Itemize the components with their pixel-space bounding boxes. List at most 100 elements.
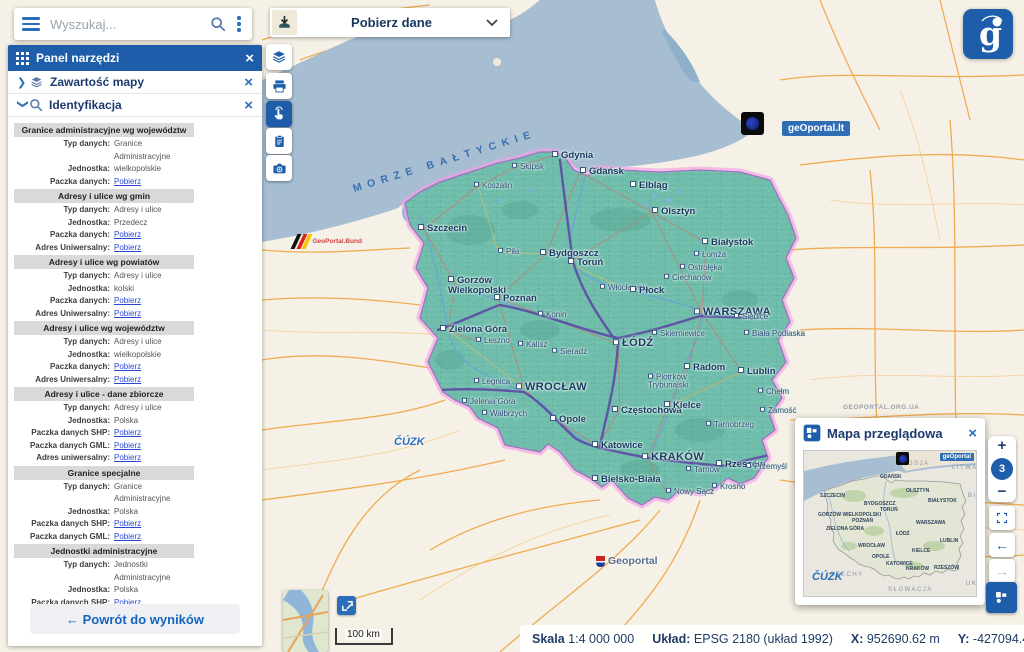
- previous-view-button[interactable]: ←: [989, 533, 1015, 557]
- print-tool-button[interactable]: [266, 73, 292, 99]
- result-row: Typ danych:Adresy i ulice: [14, 336, 194, 349]
- result-field-value: Adresy i ulice: [114, 336, 162, 349]
- close-identification-icon[interactable]: ×: [244, 98, 253, 113]
- result-row: Paczka danych GML: Pobierz: [14, 440, 194, 453]
- download-data-label: Pobierz dane: [297, 15, 486, 30]
- search-icon[interactable]: [210, 16, 226, 32]
- next-view-button[interactable]: →: [989, 559, 1015, 583]
- result-field-label: Jednostka:: [14, 163, 110, 176]
- result-field-label: Paczka danych SHP:: [14, 597, 110, 605]
- identification-label: Identyfikacja: [49, 98, 244, 112]
- download-link[interactable]: Pobierz: [114, 427, 141, 440]
- basemap-preview[interactable]: [283, 590, 328, 652]
- result-field-label: Jednostka:: [14, 584, 110, 597]
- result-field-label: Jednostka:: [14, 217, 110, 230]
- zoom-in-button[interactable]: +: [998, 439, 1007, 453]
- result-row: Jednostka:Polska: [14, 506, 194, 519]
- result-row: Jednostka:kolski: [14, 283, 194, 296]
- result-field-label: Jednostka:: [14, 415, 110, 428]
- result-row: Paczka danych SHP: Pobierz: [14, 597, 194, 605]
- overview-lt-logo-icon: [896, 452, 909, 465]
- overview-map-icon: [803, 424, 821, 442]
- result-field-value: Jednostki Administracyjne: [114, 559, 194, 584]
- download-link[interactable]: Pobierz: [114, 531, 141, 544]
- x-coordinate-value: 952690.62 m: [867, 632, 940, 646]
- result-field-value: Granice Administracyjne: [114, 481, 194, 506]
- more-options-icon[interactable]: [234, 16, 244, 32]
- close-panel-icon[interactable]: ×: [245, 51, 254, 66]
- map-scale-bar: 100 km: [335, 628, 393, 645]
- basemap-expand-button[interactable]: [337, 596, 356, 615]
- download-link[interactable]: Pobierz: [114, 176, 141, 189]
- result-field-label: Adres Uniwersalny:: [14, 308, 110, 321]
- result-field-label: Adres uniwersalny:: [14, 452, 110, 465]
- identify-tool-button[interactable]: [266, 101, 292, 127]
- download-link[interactable]: Pobierz: [114, 518, 141, 531]
- geoportal-app: MORZE BAŁTYCKIE GdyniaGdańskSłupskKoszal…: [0, 0, 1024, 652]
- overview-cuzk-logo: ČÚZK: [812, 571, 843, 583]
- result-field-label: Paczka danych SHP:: [14, 427, 110, 440]
- download-link[interactable]: Pobierz: [114, 295, 141, 308]
- y-coordinate-value: -427094.47 m: [973, 632, 1024, 646]
- result-row: Jednostka: Przedecz: [14, 217, 194, 230]
- download-link[interactable]: Pobierz: [114, 374, 141, 387]
- download-link[interactable]: Pobierz: [114, 361, 141, 374]
- result-field-value: Granice Administracyjne: [114, 138, 194, 163]
- result-section-header: Adresy i ulice - dane zbiorcze: [14, 387, 194, 401]
- tools-panel: Panel narzędzi × ❯ Zawartość mapy × ❯ Id…: [8, 45, 262, 646]
- basemap-preview-image: [283, 590, 328, 652]
- y-coordinate-label: Y:: [958, 632, 970, 646]
- download-link[interactable]: Pobierz: [114, 229, 141, 242]
- result-row: Jednostka:Polska: [14, 415, 194, 428]
- chevron-down-icon[interactable]: ❯: [17, 99, 30, 111]
- result-field-value: wielkopolskie: [114, 163, 161, 176]
- result-row: Paczka danych:Pobierz: [14, 295, 194, 308]
- result-row: Paczka danych: Pobierz: [14, 176, 194, 189]
- result-row: Jednostka: wielkopolskie: [14, 163, 194, 176]
- result-field-label: Jednostka:: [14, 283, 110, 296]
- menu-icon[interactable]: [22, 17, 40, 31]
- download-link[interactable]: Pobierz: [114, 597, 141, 605]
- map-contents-section[interactable]: ❯ Zawartość mapy ×: [8, 71, 262, 94]
- download-link[interactable]: Pobierz: [114, 242, 141, 255]
- scale-value: 1:4 000 000: [568, 632, 634, 646]
- result-field-label: Paczka danych:: [14, 361, 110, 374]
- result-field-label: Jednostka:: [14, 506, 110, 519]
- overview-map-image[interactable]: ROSJALITWAGDAŃSKOLSZTYNSZCZECINBIAŁYSTOK…: [803, 450, 977, 597]
- status-bar: Skala 1:4 000 000 Układ: EPSG 2180 (ukła…: [520, 625, 1024, 652]
- back-to-results-button[interactable]: ← Powrót do wyników: [30, 604, 240, 634]
- result-field-label: Paczka danych:: [14, 229, 110, 242]
- result-section-header: Adresy i ulice wg powiatów: [14, 255, 194, 269]
- geoportal-logo[interactable]: g: [963, 9, 1013, 59]
- result-field-label: Paczka danych:: [14, 176, 110, 189]
- tools-panel-header: Panel narzędzi ×: [8, 45, 262, 71]
- overview-map-header: Mapa przeglądowa ×: [795, 418, 985, 448]
- result-field-value: Przedecz: [114, 217, 147, 230]
- close-map-contents-icon[interactable]: ×: [244, 75, 253, 90]
- zoom-out-button[interactable]: −: [998, 485, 1007, 499]
- download-data-dropdown[interactable]: Pobierz dane: [270, 8, 510, 37]
- result-row: Typ danych:Adresy i ulice: [14, 204, 194, 217]
- screenshot-tool-button[interactable]: [266, 155, 292, 181]
- result-row: Typ danych:Jednostki Administracyjne: [14, 559, 194, 584]
- download-link[interactable]: Pobierz: [114, 452, 141, 465]
- chevron-right-icon[interactable]: ❯: [17, 76, 29, 89]
- result-row: Paczka danych GML:Pobierz: [14, 531, 194, 544]
- fullscreen-button[interactable]: [989, 506, 1015, 530]
- result-field-value: wielkopolskie: [114, 349, 161, 362]
- search-input[interactable]: [50, 17, 210, 32]
- download-link[interactable]: Pobierz: [114, 440, 141, 453]
- overview-map-title: Mapa przeglądowa: [827, 426, 968, 441]
- identification-section[interactable]: ❯ Identyfikacja ×: [8, 94, 262, 117]
- layers-tool-button[interactable]: [266, 44, 292, 70]
- map-contents-label: Zawartość mapy: [50, 75, 244, 89]
- download-link[interactable]: Pobierz: [114, 308, 141, 321]
- result-row: Adres uniwersalny: Pobierz: [14, 452, 194, 465]
- result-field-label: Paczka danych SHP:: [14, 518, 110, 531]
- results-list-tool-button[interactable]: [266, 128, 292, 154]
- close-overview-icon[interactable]: ×: [968, 426, 977, 441]
- result-field-label: Paczka danych GML:: [14, 440, 110, 453]
- grid-icon: [16, 52, 29, 65]
- result-section-header: Adresy i ulice wg województw: [14, 321, 194, 335]
- overview-map-toggle-button[interactable]: [986, 582, 1017, 613]
